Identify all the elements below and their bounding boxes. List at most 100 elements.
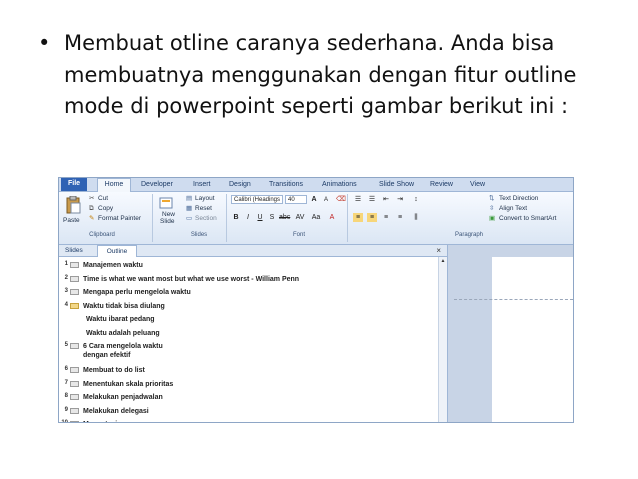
new-slide-label-2[interactable]: Slide bbox=[160, 217, 174, 226]
ribbon: Paste ✂ Cut ⧉ Copy ✎ Format Painter Clip… bbox=[59, 192, 573, 245]
layout-icon[interactable]: ▤ bbox=[186, 194, 192, 203]
strikethrough-icon[interactable]: abc bbox=[279, 213, 290, 222]
numbering-icon[interactable]: ☰ bbox=[367, 195, 377, 204]
ribbon-tab-bar: File Home Developer Insert Design Transi… bbox=[59, 178, 573, 192]
copy-icon[interactable]: ⧉ bbox=[89, 204, 94, 213]
slide-canvas[interactable] bbox=[492, 257, 573, 422]
text-direction-button[interactable]: Text Direction bbox=[499, 194, 538, 203]
font-size-combo[interactable]: 40 bbox=[285, 195, 307, 204]
tab-transitions[interactable]: Transitions bbox=[269, 179, 303, 191]
section-button[interactable]: Section bbox=[195, 214, 217, 223]
slide-number: 6 bbox=[64, 366, 68, 372]
outline-item[interactable]: 10 Mengatasi gangguan bbox=[59, 417, 437, 423]
scroll-up-icon[interactable]: ▲ bbox=[439, 257, 447, 265]
align-right-icon[interactable]: ≡ bbox=[381, 213, 391, 222]
outline-item-text: dengan efektif bbox=[83, 352, 131, 359]
font-color-icon[interactable]: A bbox=[327, 213, 337, 222]
tab-slide-show[interactable]: Slide Show bbox=[379, 179, 414, 191]
change-case-icon[interactable]: Aa bbox=[311, 213, 321, 222]
bold-icon[interactable]: B bbox=[231, 213, 241, 222]
align-text-button[interactable]: Align Text bbox=[499, 204, 527, 213]
new-slide-icon[interactable] bbox=[159, 197, 173, 209]
outline-item[interactable]: Waktu ibarat pedang bbox=[59, 312, 437, 326]
smartart-icon[interactable]: ▣ bbox=[489, 214, 495, 223]
outline-item[interactable]: 8 Melakukan penjadwalan bbox=[59, 390, 437, 404]
font-group-label: Font bbox=[292, 232, 305, 238]
tab-insert[interactable]: Insert bbox=[193, 179, 211, 191]
reset-icon[interactable]: ▦ bbox=[186, 204, 192, 213]
convert-smartart-button[interactable]: Convert to SmartArt bbox=[499, 214, 556, 223]
underline-icon[interactable]: U bbox=[255, 213, 265, 222]
outline-item[interactable]: 1 Manajemen waktu bbox=[59, 258, 437, 272]
outline-item-text: Waktu tidak bisa diulang bbox=[83, 302, 165, 310]
align-text-icon[interactable]: ⇳ bbox=[489, 204, 494, 213]
bullets-icon[interactable]: ☰ bbox=[353, 195, 363, 204]
slide-number: 10 bbox=[61, 420, 68, 423]
slide-thumbnail-icon[interactable] bbox=[70, 275, 79, 282]
outline-item[interactable]: 7 Menentukan skala prioritas bbox=[59, 377, 437, 391]
slide-thumbnail-icon[interactable] bbox=[70, 367, 79, 373]
slide-thumbnail-icon[interactable] bbox=[70, 343, 79, 349]
slide-thumbnail-icon[interactable] bbox=[70, 421, 79, 422]
grow-font-icon[interactable]: A bbox=[309, 195, 319, 204]
copy-button[interactable]: Copy bbox=[98, 204, 113, 213]
outline-item[interactable]: 3 Mengapa perlu mengelola waktu bbox=[59, 285, 437, 299]
shrink-font-icon[interactable]: A bbox=[321, 196, 331, 205]
format-painter-icon[interactable]: ✎ bbox=[89, 214, 94, 223]
group-separator bbox=[152, 194, 153, 242]
char-spacing-icon[interactable]: AV bbox=[295, 213, 305, 222]
justify-icon[interactable]: ≡ bbox=[395, 213, 405, 222]
slide-number: 5 bbox=[64, 342, 68, 348]
tab-home[interactable]: Home bbox=[97, 178, 131, 192]
slide-thumbnail-icon[interactable] bbox=[70, 407, 79, 414]
bullet-symbol: • bbox=[38, 31, 51, 55]
tab-review[interactable]: Review bbox=[430, 179, 453, 191]
slide-thumbnail-icon[interactable] bbox=[70, 394, 79, 400]
align-left-icon[interactable]: ≡ bbox=[353, 213, 363, 222]
slide-thumbnail-icon[interactable] bbox=[70, 302, 79, 309]
line-spacing-icon[interactable]: ↕ bbox=[411, 195, 421, 204]
slide-thumbnail-icon[interactable] bbox=[70, 262, 79, 268]
italic-icon[interactable]: I bbox=[243, 213, 253, 222]
text-direction-icon[interactable]: ⇅ bbox=[489, 194, 494, 203]
tab-view[interactable]: View bbox=[470, 179, 485, 191]
font-name-combo[interactable]: Calibri (Headings bbox=[231, 195, 283, 204]
tab-developer[interactable]: Developer bbox=[141, 179, 173, 191]
format-painter-button[interactable]: Format Painter bbox=[98, 214, 141, 223]
reset-button[interactable]: Reset bbox=[195, 204, 212, 213]
cut-icon[interactable]: ✂ bbox=[89, 194, 94, 203]
close-icon[interactable]: × bbox=[436, 245, 441, 256]
slide-thumbnail-icon[interactable] bbox=[70, 289, 79, 295]
outline-item[interactable]: Waktu adalah peluang bbox=[59, 326, 437, 340]
outline-item-text: Melakukan delegasi bbox=[83, 407, 149, 415]
slide-number: 2 bbox=[64, 274, 68, 281]
vertical-scrollbar[interactable]: ▲ bbox=[438, 257, 447, 422]
outline-item[interactable]: 6 Membuat to do list bbox=[59, 363, 437, 377]
outline-item[interactable]: 9 Melakukan delegasi bbox=[59, 404, 437, 418]
layout-button[interactable]: Layout bbox=[195, 194, 215, 203]
paste-button[interactable]: Paste bbox=[63, 216, 80, 225]
bullet-paragraph: • Membuat otline caranya sederhana. Anda… bbox=[38, 28, 618, 123]
tab-slides[interactable]: Slides bbox=[65, 245, 83, 256]
decrease-indent-icon[interactable]: ⇤ bbox=[381, 195, 391, 204]
align-center-icon[interactable]: ≡ bbox=[367, 213, 377, 222]
increase-indent-icon[interactable]: ⇥ bbox=[395, 195, 405, 204]
shadow-icon[interactable]: S bbox=[267, 213, 277, 222]
outline-item[interactable]: 4 Waktu tidak bisa diulang bbox=[59, 299, 437, 313]
clear-formatting-icon[interactable]: ⌫ bbox=[336, 195, 346, 204]
outline-item-text: Waktu ibarat pedang bbox=[86, 316, 155, 323]
tab-outline[interactable]: Outline bbox=[97, 245, 137, 257]
outline-item[interactable]: 5 6 Cara mengelola waktu dengan efektif bbox=[59, 339, 437, 361]
section-icon[interactable]: ▭ bbox=[186, 214, 192, 223]
tab-design[interactable]: Design bbox=[229, 179, 251, 191]
outline-item-text: Time is what we want most but what we us… bbox=[83, 275, 300, 283]
slide-number: 1 bbox=[64, 261, 68, 267]
outline-item-text: Manajemen waktu bbox=[83, 262, 143, 269]
columns-icon[interactable]: ⫼ bbox=[411, 213, 421, 222]
tab-animations[interactable]: Animations bbox=[322, 179, 357, 191]
slide-thumbnail-icon[interactable] bbox=[70, 380, 79, 387]
tab-file[interactable]: File bbox=[61, 178, 87, 191]
outline-item[interactable]: 2 Time is what we want most but what we u… bbox=[59, 272, 437, 286]
cut-button[interactable]: Cut bbox=[98, 194, 108, 203]
paste-icon[interactable] bbox=[65, 196, 81, 214]
